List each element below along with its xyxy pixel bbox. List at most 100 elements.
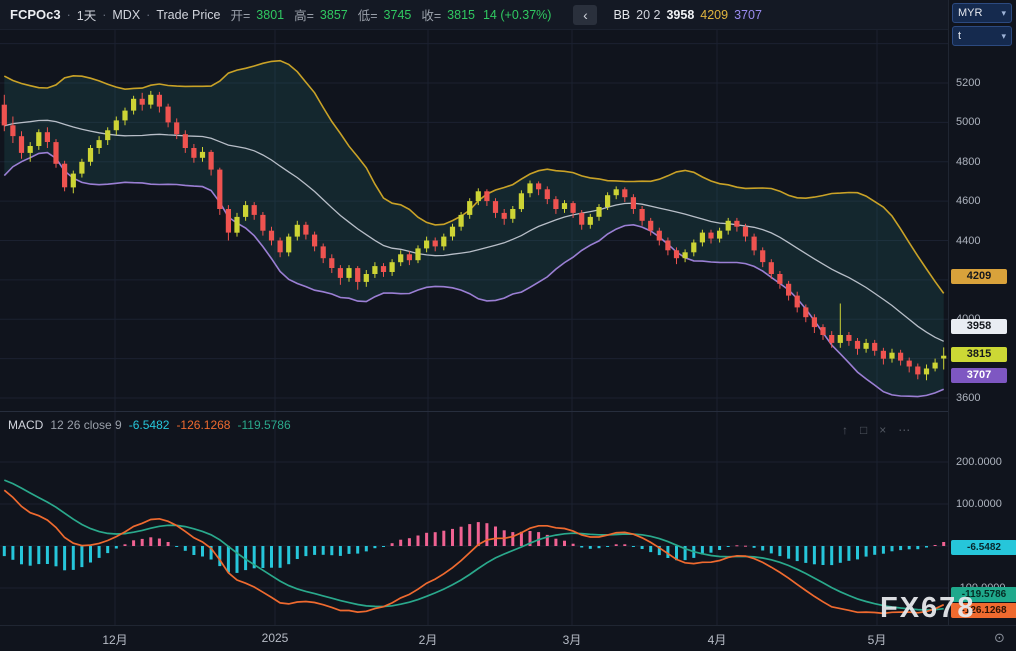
candle (390, 262, 395, 272)
macd-histogram-bar (175, 546, 178, 547)
candle (889, 353, 894, 359)
macd-histogram-bar (89, 546, 92, 563)
watermark: FX678 (880, 592, 975, 625)
macd-histogram-bar (141, 539, 144, 546)
macd-histogram-bar (29, 546, 32, 566)
candle (527, 183, 532, 193)
unit-select[interactable]: t ▾ (952, 26, 1012, 46)
bb-upper-value: 4209 (700, 8, 728, 22)
close-pane-icon[interactable]: × (879, 423, 886, 437)
candle (114, 120, 119, 130)
macd-params: 12 26 close 9 (50, 418, 121, 432)
candle (355, 268, 360, 282)
macd-histogram-bar (761, 546, 764, 551)
macd-histogram-bar (641, 546, 644, 549)
candle (79, 162, 84, 174)
bb-indicator-name[interactable]: BB (613, 8, 630, 22)
macd-hist-value: -6.5482 (129, 418, 170, 432)
candle (28, 146, 33, 153)
macd-indicator-name[interactable]: MACD (8, 418, 43, 432)
macd-pane-canvas[interactable] (0, 412, 948, 625)
candle (545, 189, 550, 199)
candle (898, 353, 903, 361)
candle (605, 195, 610, 207)
macd-histogram-bar (511, 532, 514, 546)
candle (459, 215, 464, 227)
candle (691, 243, 696, 253)
macd-histogram-bar (348, 546, 351, 554)
separator-dot: · (67, 8, 71, 22)
macd-signal-line (4, 480, 943, 610)
bb-mid-price-tag: 3958 (951, 319, 1007, 334)
candle (476, 191, 481, 201)
candle (820, 327, 825, 335)
macd-histogram-bar (46, 546, 49, 564)
trading-chart-window: FCPOc3 · 1天 · MDX · Trade Price 开=3801 高… (0, 0, 1016, 651)
macd-histogram-bar (865, 546, 868, 557)
more-options-icon[interactable]: ⋯ (898, 423, 910, 437)
bb-lower-price-tag: 3707 (951, 368, 1007, 383)
candle (209, 152, 214, 170)
candle (484, 191, 489, 201)
last-price-tag: 3815 (951, 347, 1007, 362)
candle (588, 217, 593, 225)
interval-button[interactable]: 1天 (77, 5, 96, 24)
bb-fill (4, 61, 943, 397)
macd-histogram-bar (649, 546, 652, 552)
unit-value: t (958, 30, 961, 42)
back-button[interactable]: ‹ (573, 5, 597, 25)
macd-histogram-bar (916, 546, 919, 549)
move-pane-up-icon[interactable]: ↑ (842, 423, 848, 437)
macd-histogram-bar (787, 546, 790, 559)
candle (812, 317, 817, 327)
candle (622, 189, 627, 197)
candle (157, 95, 162, 107)
macd-histogram-bar (451, 529, 454, 546)
macd-histogram-bar (37, 546, 40, 564)
macd-histogram-bar (606, 546, 609, 547)
macd-histogram-bar (417, 536, 420, 547)
target-icon[interactable]: ⊙ (994, 630, 1005, 646)
macd-histogram-bar (279, 546, 282, 568)
time-axis[interactable]: ⊙ 12月20252月3月4月5月 (0, 625, 1016, 651)
bb-mid-value: 3958 (666, 8, 694, 22)
candle (700, 233, 705, 243)
macd-histogram-bar (382, 546, 385, 547)
candle (19, 136, 24, 153)
candle (502, 213, 507, 219)
candle (338, 268, 343, 278)
time-axis-label: 4月 (708, 631, 727, 648)
high-value: 3857 (320, 8, 348, 22)
price-axis[interactable]: MYR ▾ t ▾ 520050004800460044004200400038… (948, 0, 1016, 625)
macd-histogram-bar (124, 544, 127, 546)
candle (467, 201, 472, 215)
axis-tick-label: 100.0000 (956, 496, 1002, 512)
macd-histogram-bar (925, 546, 928, 548)
candle (734, 221, 739, 227)
bb-lower-value: 3707 (734, 8, 762, 22)
candle (941, 356, 946, 359)
candle (829, 335, 834, 343)
macd-histogram-bar (201, 546, 204, 557)
macd-histogram-bar (20, 546, 23, 564)
candle (708, 233, 713, 239)
candle (665, 241, 670, 251)
main-chart-canvas[interactable] (0, 30, 948, 412)
macd-histogram-bar (598, 546, 601, 548)
candle (536, 183, 541, 189)
candle (846, 335, 851, 341)
maximize-pane-icon[interactable]: □ (860, 423, 867, 437)
candle (183, 134, 188, 148)
symbol-name[interactable]: FCPOc3 (10, 7, 61, 22)
candle (329, 258, 334, 268)
macd-histogram-bar (468, 524, 471, 546)
macd-histogram-bar (425, 533, 428, 546)
time-axis-label: 5月 (868, 631, 887, 648)
currency-select[interactable]: MYR ▾ (952, 3, 1012, 23)
open-label: 开= (230, 5, 250, 24)
candle (381, 266, 386, 272)
candle (596, 207, 601, 217)
macd-histogram-bar (330, 546, 333, 555)
macd-line-value: -126.1268 (176, 418, 230, 432)
macd-histogram-bar (735, 545, 738, 546)
